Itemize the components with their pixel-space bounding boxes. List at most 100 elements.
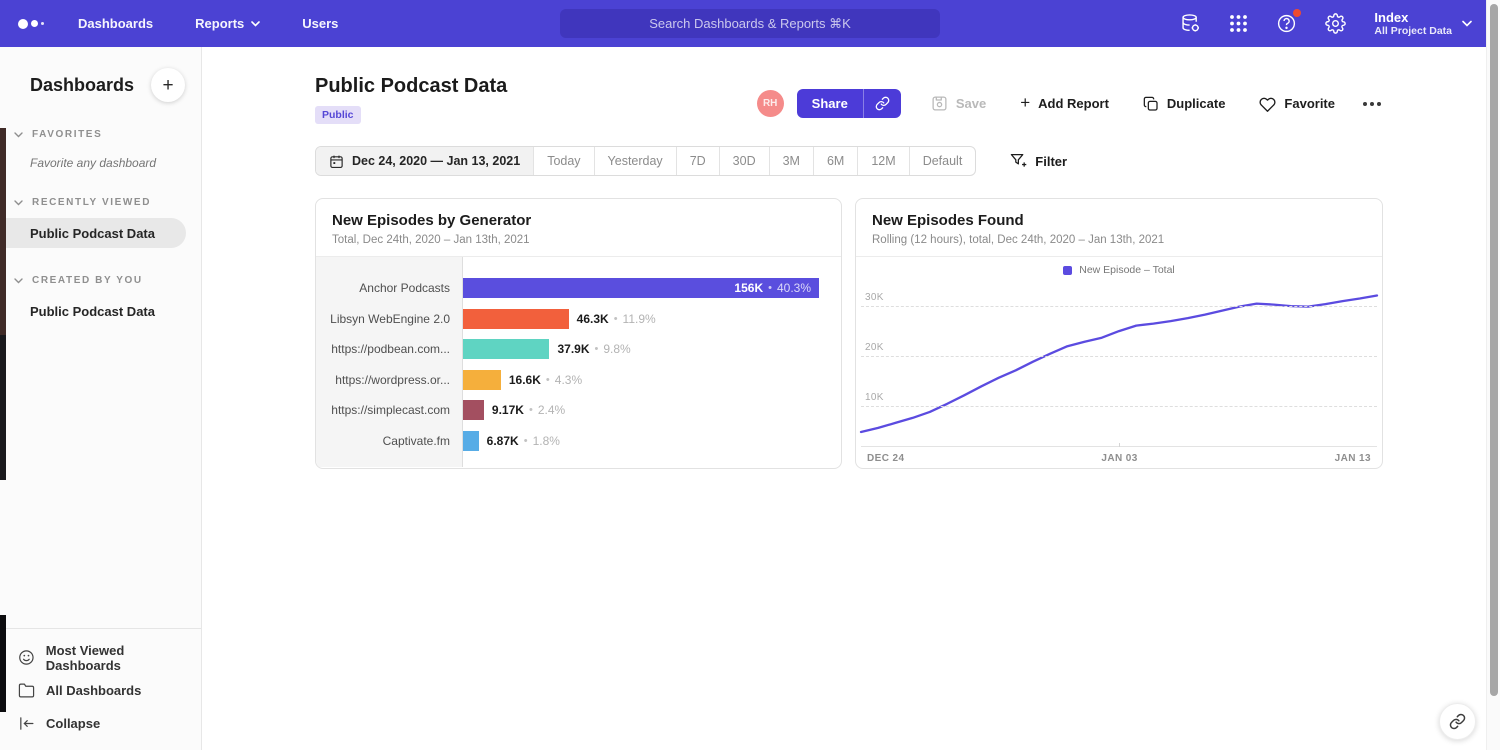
date-range-label: Dec 24, 2020 — Jan 13, 2021 — [352, 154, 520, 168]
line-chart — [861, 283, 1377, 446]
preset-7d[interactable]: 7D — [676, 147, 719, 175]
preset-6m[interactable]: 6M — [813, 147, 857, 175]
background-window-sliver — [0, 335, 6, 480]
help-icon[interactable] — [1276, 13, 1297, 34]
y-tick-label: 30K — [865, 292, 884, 303]
bar-value: 46.3K•11.9% — [577, 312, 656, 326]
card-new-episodes-by-generator: New Episodes by Generator Total, Dec 24t… — [315, 198, 842, 469]
bar — [463, 431, 479, 451]
gridline — [861, 406, 1377, 407]
card-subtitle: Total, Dec 24th, 2020 – Jan 13th, 2021 — [332, 234, 825, 246]
chevron-down-icon — [14, 278, 23, 284]
axis-tick — [1119, 443, 1120, 447]
section-header-recently-viewed[interactable]: RECENTLY VIEWED — [0, 197, 201, 208]
nav-item-reports[interactable]: Reports — [195, 16, 260, 31]
add-report-label: Add Report — [1038, 96, 1109, 111]
preset-label: 6M — [827, 154, 844, 168]
bar-track: 9.17K•2.4% — [463, 400, 841, 420]
preset-yesterday[interactable]: Yesterday — [594, 147, 676, 175]
header-actions: RH Share Save + Add Report Dup — [757, 89, 1383, 118]
duplicate-button[interactable]: Duplicate — [1143, 96, 1226, 112]
project-switcher[interactable]: Index All Project Data — [1374, 10, 1472, 37]
sidebar: Dashboards + FAVORITES Favorite any dash… — [0, 47, 202, 750]
search-input[interactable] — [560, 9, 940, 38]
link-icon — [875, 96, 890, 111]
sidebar-footer: Most Viewed Dashboards All Dashboards Co… — [0, 628, 201, 750]
section-label: CREATED BY YOU — [32, 275, 143, 286]
share-split-button: Share — [797, 89, 901, 118]
nav-item-label: Dashboards — [78, 16, 153, 31]
data-sources-icon[interactable] — [1180, 13, 1201, 34]
preset-today[interactable]: Today — [533, 147, 593, 175]
add-report-button[interactable]: + Add Report — [1020, 95, 1109, 113]
preset-label: Default — [923, 154, 963, 168]
preset-3m[interactable]: 3M — [769, 147, 813, 175]
sidebar-title: Dashboards — [30, 75, 134, 96]
notification-badge — [1293, 9, 1301, 17]
copy-link-floating-button[interactable] — [1439, 703, 1476, 740]
sidebar-item-public-podcast-data-2[interactable]: Public Podcast Data — [0, 296, 186, 326]
nav-item-users[interactable]: Users — [302, 16, 338, 31]
preset-label: 3M — [783, 154, 800, 168]
bar-row: https://simplecast.com 9.17K•2.4% — [316, 395, 841, 426]
preset-30d[interactable]: 30D — [719, 147, 769, 175]
card-new-episodes-found: New Episodes Found Rolling (12 hours), t… — [855, 198, 1383, 469]
nav-item-label: Reports — [195, 16, 244, 31]
filter-label: Filter — [1035, 154, 1067, 169]
date-range-bar: Dec 24, 2020 — Jan 13, 2021 Today Yester… — [315, 146, 1500, 176]
section-header-created-by-you[interactable]: CREATED BY YOU — [0, 275, 201, 286]
date-preset-group: Dec 24, 2020 — Jan 13, 2021 Today Yester… — [315, 146, 976, 176]
chevron-down-icon — [14, 200, 23, 206]
save-label: Save — [956, 96, 986, 111]
share-button[interactable]: Share — [797, 89, 863, 118]
save-icon — [931, 95, 948, 112]
preset-label: 30D — [733, 154, 756, 168]
favorite-button[interactable]: Favorite — [1259, 96, 1335, 112]
folder-icon — [18, 682, 35, 699]
add-dashboard-button[interactable]: + — [151, 68, 185, 102]
most-viewed-dashboards-button[interactable]: Most Viewed Dashboards — [18, 641, 201, 674]
bar-row: Anchor Podcasts 156K•40.3% — [316, 273, 841, 304]
preset-label: Yesterday — [608, 154, 663, 168]
bar-value: 6.87K•1.8% — [487, 434, 560, 448]
collapse-icon — [18, 715, 35, 732]
date-range-button[interactable]: Dec 24, 2020 — Jan 13, 2021 — [316, 147, 533, 175]
vertical-scrollbar — [1486, 0, 1500, 750]
background-window-sliver — [0, 615, 6, 712]
chart-legend: New Episode – Total — [856, 257, 1382, 283]
bar-value: 9.17K•2.4% — [492, 403, 565, 417]
project-name: Index — [1374, 10, 1452, 25]
avatar[interactable]: RH — [757, 90, 784, 117]
bar-category-label: Anchor Podcasts — [316, 281, 463, 295]
scrollbar-thumb[interactable] — [1490, 4, 1498, 696]
bar-category-label: https://podbean.com... — [316, 342, 463, 356]
duplicate-label: Duplicate — [1167, 96, 1226, 111]
bar — [463, 370, 501, 390]
chevron-down-icon — [14, 132, 23, 138]
more-options-button[interactable] — [1361, 96, 1383, 112]
bar-row: Captivate.fm 6.87K•1.8% — [316, 426, 841, 457]
filter-icon — [1010, 153, 1027, 169]
preset-12m[interactable]: 12M — [857, 147, 908, 175]
bar-track: 6.87K•1.8% — [463, 431, 841, 451]
chevron-down-icon — [1462, 20, 1472, 27]
bar-category-label: Captivate.fm — [316, 434, 463, 448]
filter-button[interactable]: Filter — [1010, 153, 1067, 169]
bar — [463, 309, 569, 329]
section-header-favorites[interactable]: FAVORITES — [0, 129, 201, 140]
all-dashboards-button[interactable]: All Dashboards — [18, 674, 201, 707]
main-content: Public Podcast Data Public RH Share Save… — [202, 47, 1500, 750]
sidebar-item-public-podcast-data[interactable]: Public Podcast Data — [0, 218, 186, 248]
bar-track: 46.3K•11.9% — [463, 309, 841, 329]
preset-default[interactable]: Default — [909, 147, 976, 175]
app-logo[interactable] — [18, 19, 44, 29]
collapse-sidebar-button[interactable]: Collapse — [18, 707, 201, 740]
gridline — [861, 356, 1377, 357]
save-button[interactable]: Save — [931, 95, 986, 112]
settings-icon[interactable] — [1325, 13, 1346, 34]
apps-grid-icon[interactable] — [1229, 14, 1248, 33]
bar-track: 37.9K•9.8% — [463, 339, 841, 359]
share-link-button[interactable] — [863, 89, 901, 118]
page-title: Public Podcast Data — [315, 75, 507, 98]
nav-item-dashboards[interactable]: Dashboards — [78, 16, 153, 31]
